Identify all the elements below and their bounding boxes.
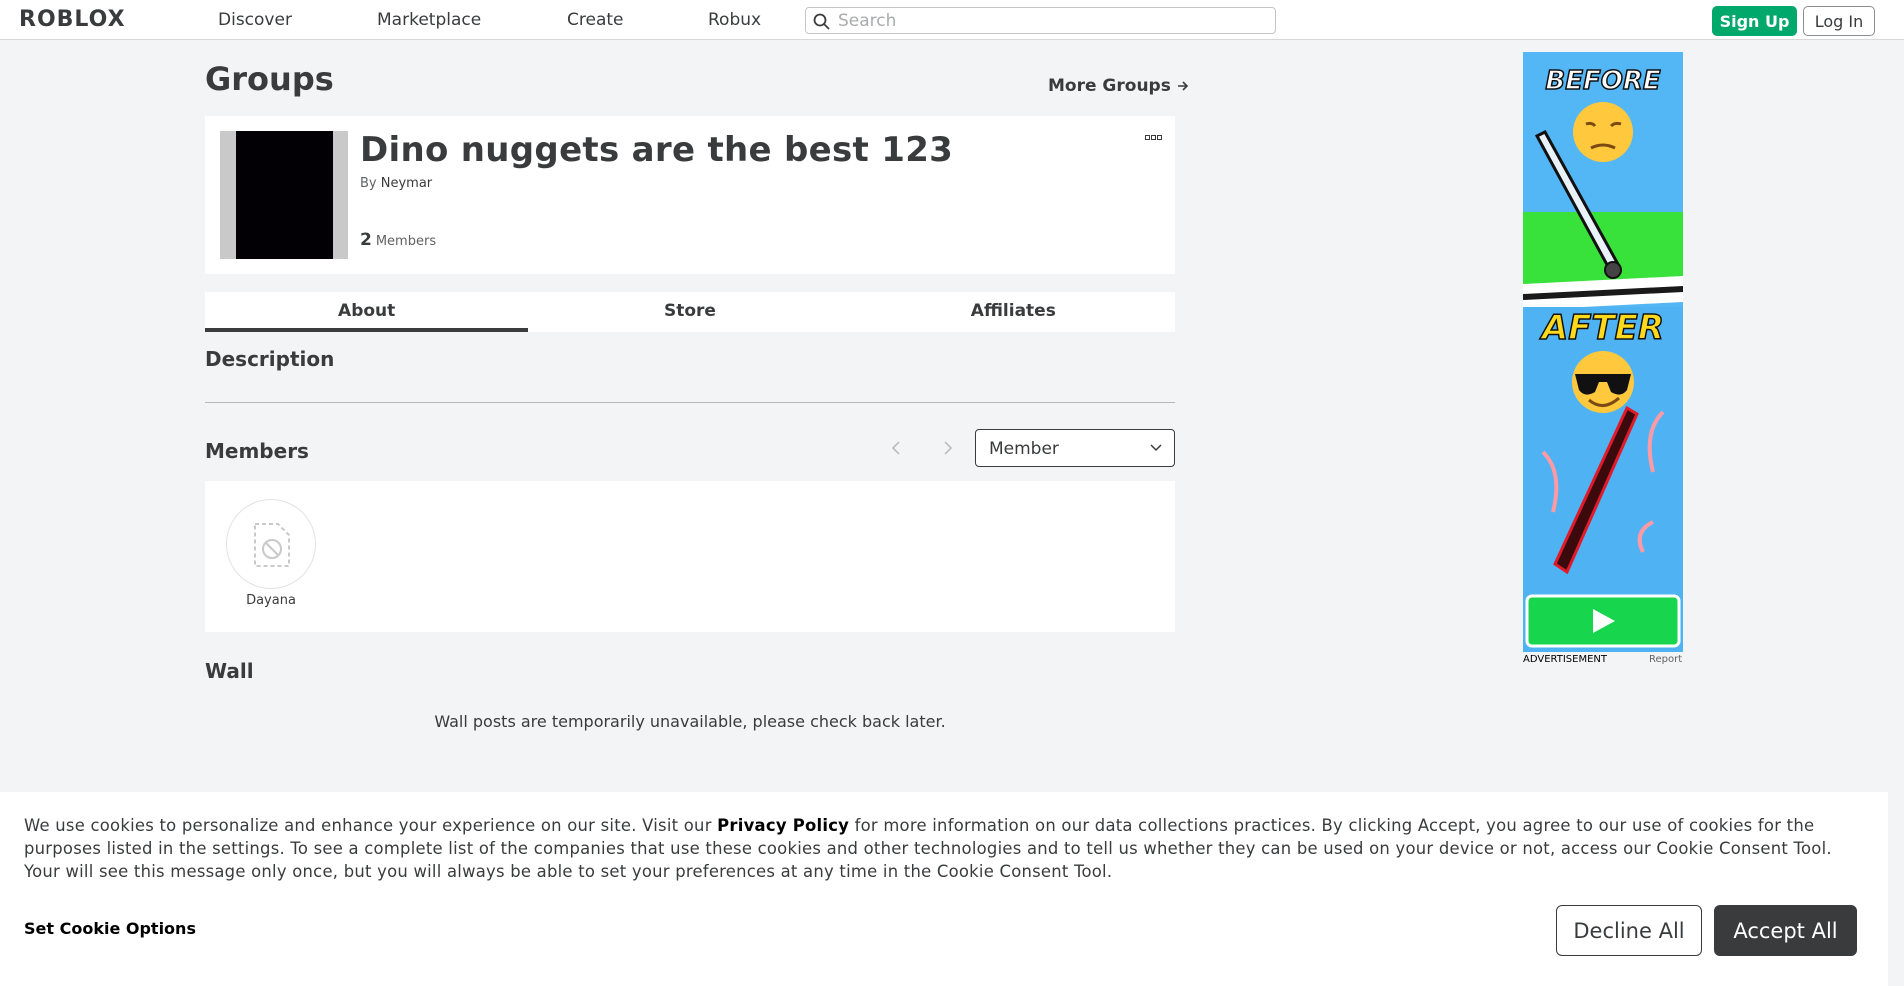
page-title: Groups	[205, 60, 334, 98]
member-count-value: 2	[360, 230, 372, 250]
search-icon	[813, 13, 830, 30]
chevron-right-icon	[944, 441, 953, 455]
more-groups-link[interactable]: More Groups	[1048, 76, 1189, 96]
log-in-button[interactable]: Log In	[1803, 6, 1875, 36]
top-navigation-bar: ROBLOX Discover Marketplace Create Robux…	[0, 0, 1904, 40]
arrow-right-icon	[1177, 81, 1188, 91]
decline-all-button[interactable]: Decline All	[1556, 905, 1702, 956]
nav-create-link[interactable]: Create	[567, 0, 624, 40]
blocked-avatar-icon	[254, 523, 290, 567]
ad-artwork	[1523, 52, 1683, 652]
cookie-text-before: We use cookies to personalize and enhanc…	[24, 816, 718, 835]
advertisement-banner[interactable]: BEFORE AFTER	[1523, 52, 1683, 652]
tab-affiliates[interactable]: Affiliates	[852, 292, 1175, 332]
tab-about[interactable]: About	[205, 292, 529, 332]
wall-unavailable-message: Wall posts are temporarily unavailable, …	[434, 712, 946, 731]
privacy-policy-link[interactable]: Privacy Policy	[717, 816, 849, 835]
description-heading: Description	[205, 347, 335, 371]
nav-marketplace-link[interactable]: Marketplace	[377, 0, 481, 40]
nav-discover-link[interactable]: Discover	[218, 0, 292, 40]
group-owner: By Neymar	[360, 176, 432, 191]
report-ad-link[interactable]: Report	[1649, 654, 1682, 665]
avatar[interactable]	[226, 499, 316, 589]
ad-before-text: BEFORE	[1545, 65, 1662, 97]
group-name: Dino nuggets are the best 123	[360, 130, 954, 170]
nav-robux-link[interactable]: Robux	[708, 0, 761, 40]
chevron-left-icon	[891, 441, 900, 455]
scrollbar[interactable]	[1888, 40, 1904, 986]
sign-up-button[interactable]: Sign Up	[1712, 6, 1797, 36]
member-count-label: Members	[375, 234, 437, 249]
group-tabs: About Store Affiliates	[205, 292, 1175, 332]
cookie-consent-banner: We use cookies to personalize and enhanc…	[0, 792, 1888, 986]
previous-page-button[interactable]	[884, 436, 908, 460]
roblox-logo[interactable]: ROBLOX	[19, 8, 126, 32]
tab-store[interactable]: Store	[528, 292, 851, 332]
role-dropdown[interactable]: Member	[975, 429, 1175, 467]
advertisement-label: ADVERTISEMENT	[1523, 654, 1608, 665]
members-heading: Members	[205, 439, 309, 463]
group-member-count: 2 Members	[360, 230, 436, 250]
member-card[interactable]: Dayana	[226, 499, 316, 608]
role-dropdown-value: Member	[989, 439, 1059, 459]
accept-all-button[interactable]: Accept All	[1714, 905, 1857, 956]
by-label: By	[360, 176, 377, 191]
search-input[interactable]	[838, 10, 1268, 31]
next-page-button[interactable]	[936, 436, 960, 460]
more-options-icon[interactable]	[1145, 132, 1165, 144]
owner-link[interactable]: Neymar	[381, 176, 432, 191]
wall-heading: Wall	[205, 659, 254, 683]
chevron-down-icon	[1150, 444, 1162, 452]
cookie-message: We use cookies to personalize and enhanc…	[24, 814, 1864, 883]
set-cookie-options-link[interactable]: Set Cookie Options	[24, 919, 196, 938]
search-box[interactable]	[805, 7, 1276, 34]
ad-after-text: AFTER	[1541, 307, 1665, 349]
group-header-card: Dino nuggets are the best 123 By Neymar …	[205, 116, 1175, 274]
group-emblem	[220, 131, 348, 259]
members-list: Dayana	[205, 481, 1175, 632]
section-divider	[205, 402, 1175, 403]
member-name[interactable]: Dayana	[226, 593, 316, 608]
more-groups-label: More Groups	[1048, 76, 1171, 96]
